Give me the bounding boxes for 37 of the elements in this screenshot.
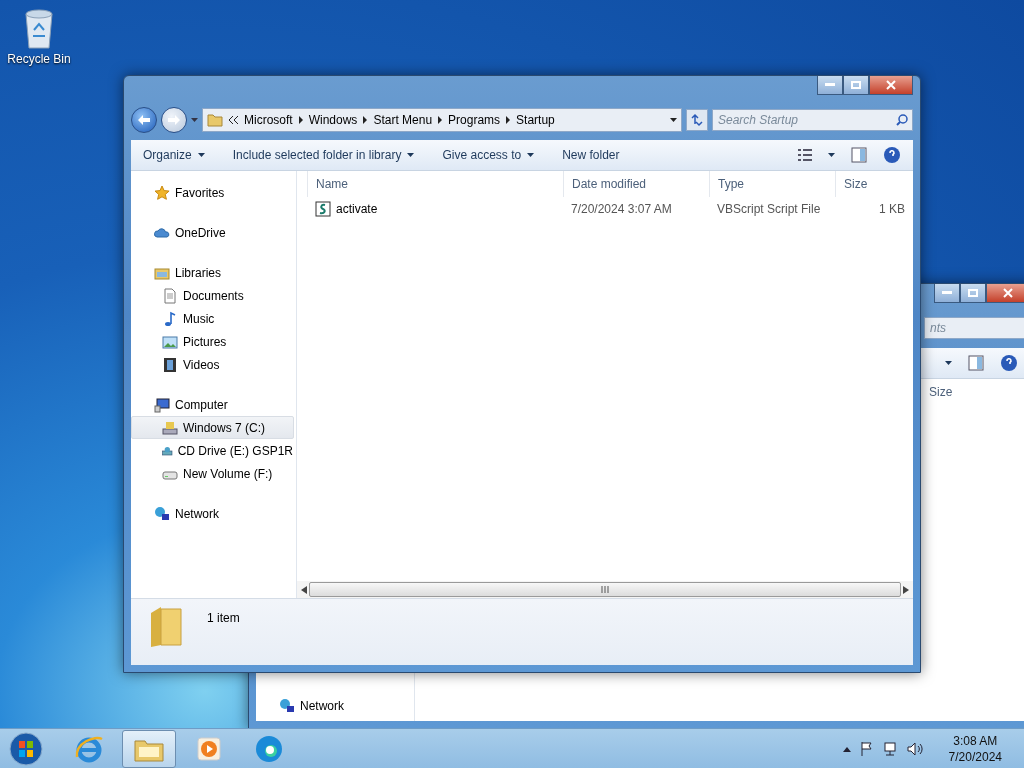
nav-item[interactable]: Libraries xyxy=(131,261,294,284)
column-header[interactable]: Type xyxy=(709,171,835,197)
column-header[interactable]: Name xyxy=(307,171,563,197)
breadcrumb-item[interactable]: Start Menu xyxy=(373,113,433,127)
nav-item[interactable]: Documents xyxy=(131,284,294,307)
nav-item[interactable]: Computer xyxy=(131,393,294,416)
date-modified: 7/20/2024 3:07 AM xyxy=(570,202,673,216)
column-header[interactable]: Size xyxy=(835,171,913,197)
nav-item[interactable]: Videos xyxy=(131,353,294,376)
toolbar-button[interactable]: Organize xyxy=(143,148,205,162)
file-type: VBScript Script File xyxy=(716,202,822,216)
file-size: 1 KB xyxy=(878,202,906,216)
search-field[interactable]: Search Startup xyxy=(712,109,913,131)
search-field[interactable]: nts xyxy=(924,317,1024,339)
breadcrumb-item[interactable]: Programs xyxy=(448,113,501,127)
nav-item[interactable]: Windows 7 (C:) xyxy=(131,416,294,439)
clock-time[interactable]: 3:08 AM xyxy=(953,733,998,749)
desktop-icon-label[interactable]: Recycle Bin xyxy=(7,52,71,66)
breadcrumb-item[interactable]: Microsoft xyxy=(244,113,293,127)
toolbar-button[interactable]: Give access to xyxy=(442,148,535,162)
nav-item[interactable]: Pictures xyxy=(131,330,294,353)
nav-item[interactable]: Favorites xyxy=(131,181,294,204)
nav-item[interactable]: Network xyxy=(256,694,412,717)
clock-date[interactable]: 7/20/2024 xyxy=(948,749,1002,765)
toolbar-button[interactable]: Include selected folder in library xyxy=(232,148,415,162)
nav-item[interactable]: CD Drive (E:) GSP1R xyxy=(131,439,294,462)
nav-item[interactable]: Music xyxy=(131,307,294,330)
nav-item[interactable]: OneDrive xyxy=(131,221,294,244)
column-header[interactable]: Date modified xyxy=(563,171,709,197)
nav-item[interactable]: Network xyxy=(131,502,294,525)
item-count: 1 item xyxy=(207,611,240,625)
address-bar[interactable]: Microsoft Windows Start Menu Programs Startup xyxy=(202,108,682,132)
nav-item[interactable]: New Volume (F:) xyxy=(131,462,294,485)
toolbar-button[interactable]: New folder xyxy=(562,148,620,162)
breadcrumb-item[interactable]: Windows xyxy=(308,113,358,127)
breadcrumb-item[interactable]: Startup xyxy=(516,113,555,127)
file-name[interactable]: activate xyxy=(307,201,563,217)
